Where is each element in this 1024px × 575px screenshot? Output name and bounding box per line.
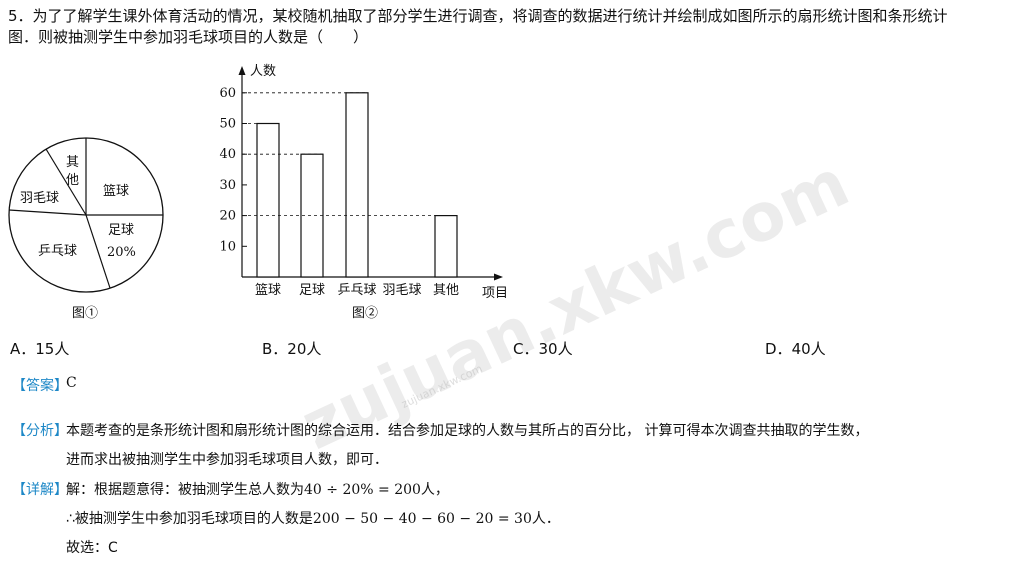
answer-value: C	[66, 375, 77, 391]
option-c-value: 30人	[538, 340, 573, 358]
analysis-tag: 【分析】	[12, 423, 68, 439]
x-axis-arrow	[494, 273, 503, 281]
option-d[interactable]: D．40人	[765, 338, 826, 359]
option-c[interactable]: C．30人	[513, 338, 573, 359]
question-line-1: 5．为了了解学生课外体育活动的情况，某校随机抽取了部分学生进行调查，将调查的数据…	[8, 7, 948, 25]
detail-line-2-end: 人．	[531, 511, 560, 527]
y-tick-label: 20	[219, 209, 236, 224]
detail-tag: 【详解】	[12, 482, 68, 498]
pie-label-other-b: 他	[66, 173, 79, 188]
x-axis-label: 项目	[482, 286, 508, 301]
question-line-2: 图．则被抽测学生中参加羽毛球项目的人数是（ ）	[8, 28, 369, 46]
y-axis-arrow	[238, 66, 246, 75]
pie-label-football: 足球	[108, 223, 134, 238]
y-tick-label: 60	[219, 86, 236, 101]
option-a[interactable]: A．15人	[10, 338, 69, 359]
y-tick-label: 40	[219, 147, 236, 162]
x-category-label: 其他	[433, 283, 459, 298]
pie-label-basketball: 篮球	[103, 184, 129, 199]
detail-line-1-text: 解：根据题意得：被抽测学生总人数为	[66, 482, 304, 498]
pie-label-badminton: 羽毛球	[20, 191, 59, 206]
pie-chart: 其 他 篮球 羽毛球 足球 20% 乒乓球 图①	[8, 137, 164, 321]
y-axis-label: 人数	[250, 64, 276, 79]
pie-label-other-a: 其	[66, 155, 79, 170]
detail-line-1: 解：根据题意得：被抽测学生总人数为40 ÷ 20% = 200人，	[66, 479, 449, 499]
option-c-letter: C．	[513, 340, 539, 358]
analysis-line-1: 本题考查的是条形统计图和扇形统计图的综合运用．结合参加足球的人数与其所占的百分比…	[66, 423, 869, 439]
option-a-value: 15人	[35, 340, 70, 358]
x-category-label: 乒乓球	[337, 283, 376, 298]
option-b-value: 20人	[287, 340, 322, 358]
x-category-label: 羽毛球	[382, 283, 421, 298]
x-category-label: 足球	[299, 283, 325, 298]
detail-line-3: 故选：C	[66, 540, 118, 556]
bar-chart: 人数 项目 图② 10 20 30 40 50 60 篮球 足球 乒乓球 羽毛球 其他	[219, 64, 508, 321]
detail-line-1-end: 人，	[420, 482, 449, 498]
option-a-letter: A．	[10, 340, 36, 358]
detail-line-2-text: ∴被抽测学生中参加羽毛球项目的人数是	[66, 511, 313, 527]
detail-line-2: ∴被抽测学生中参加羽毛球项目的人数是200 − 50 − 40 − 60 − 2…	[66, 508, 560, 528]
y-tick-label: 10	[219, 239, 236, 254]
option-d-letter: D．	[765, 340, 792, 358]
bar	[256, 122, 280, 278]
pie-label-football-pct: 20%	[107, 245, 136, 260]
bar	[345, 92, 369, 278]
y-tick-label: 30	[219, 178, 236, 193]
pie-divider-left	[8, 209, 87, 216]
bar	[434, 215, 458, 278]
option-d-value: 40人	[791, 340, 826, 358]
answer-tag: 【答案】	[12, 378, 68, 394]
x-category-label: 篮球	[255, 283, 281, 298]
option-b[interactable]: B．20人	[262, 338, 321, 359]
pie-caption: 图①	[72, 306, 98, 321]
bar-marks: 10 20 30 40 50 60 篮球 足球 乒乓球 羽毛球 其他	[219, 86, 459, 298]
bar-chart-caption: 图②	[352, 306, 378, 321]
y-tick-label: 50	[219, 117, 236, 132]
detail-line-2-math: 200 − 50 − 40 − 60 − 20 = 30	[312, 511, 532, 527]
option-b-letter: B．	[262, 340, 288, 358]
detail-line-1-math: 40 ÷ 20% = 200	[304, 482, 421, 498]
pie-label-pingpong: 乒乓球	[38, 244, 77, 259]
figures: 其 他 篮球 羽毛球 足球 20% 乒乓球 图① 人数 项目 图② 10 20 30…	[8, 64, 508, 321]
analysis-line-2: 进而求出被抽测学生中参加羽毛球项目人数，即可．	[66, 452, 388, 468]
